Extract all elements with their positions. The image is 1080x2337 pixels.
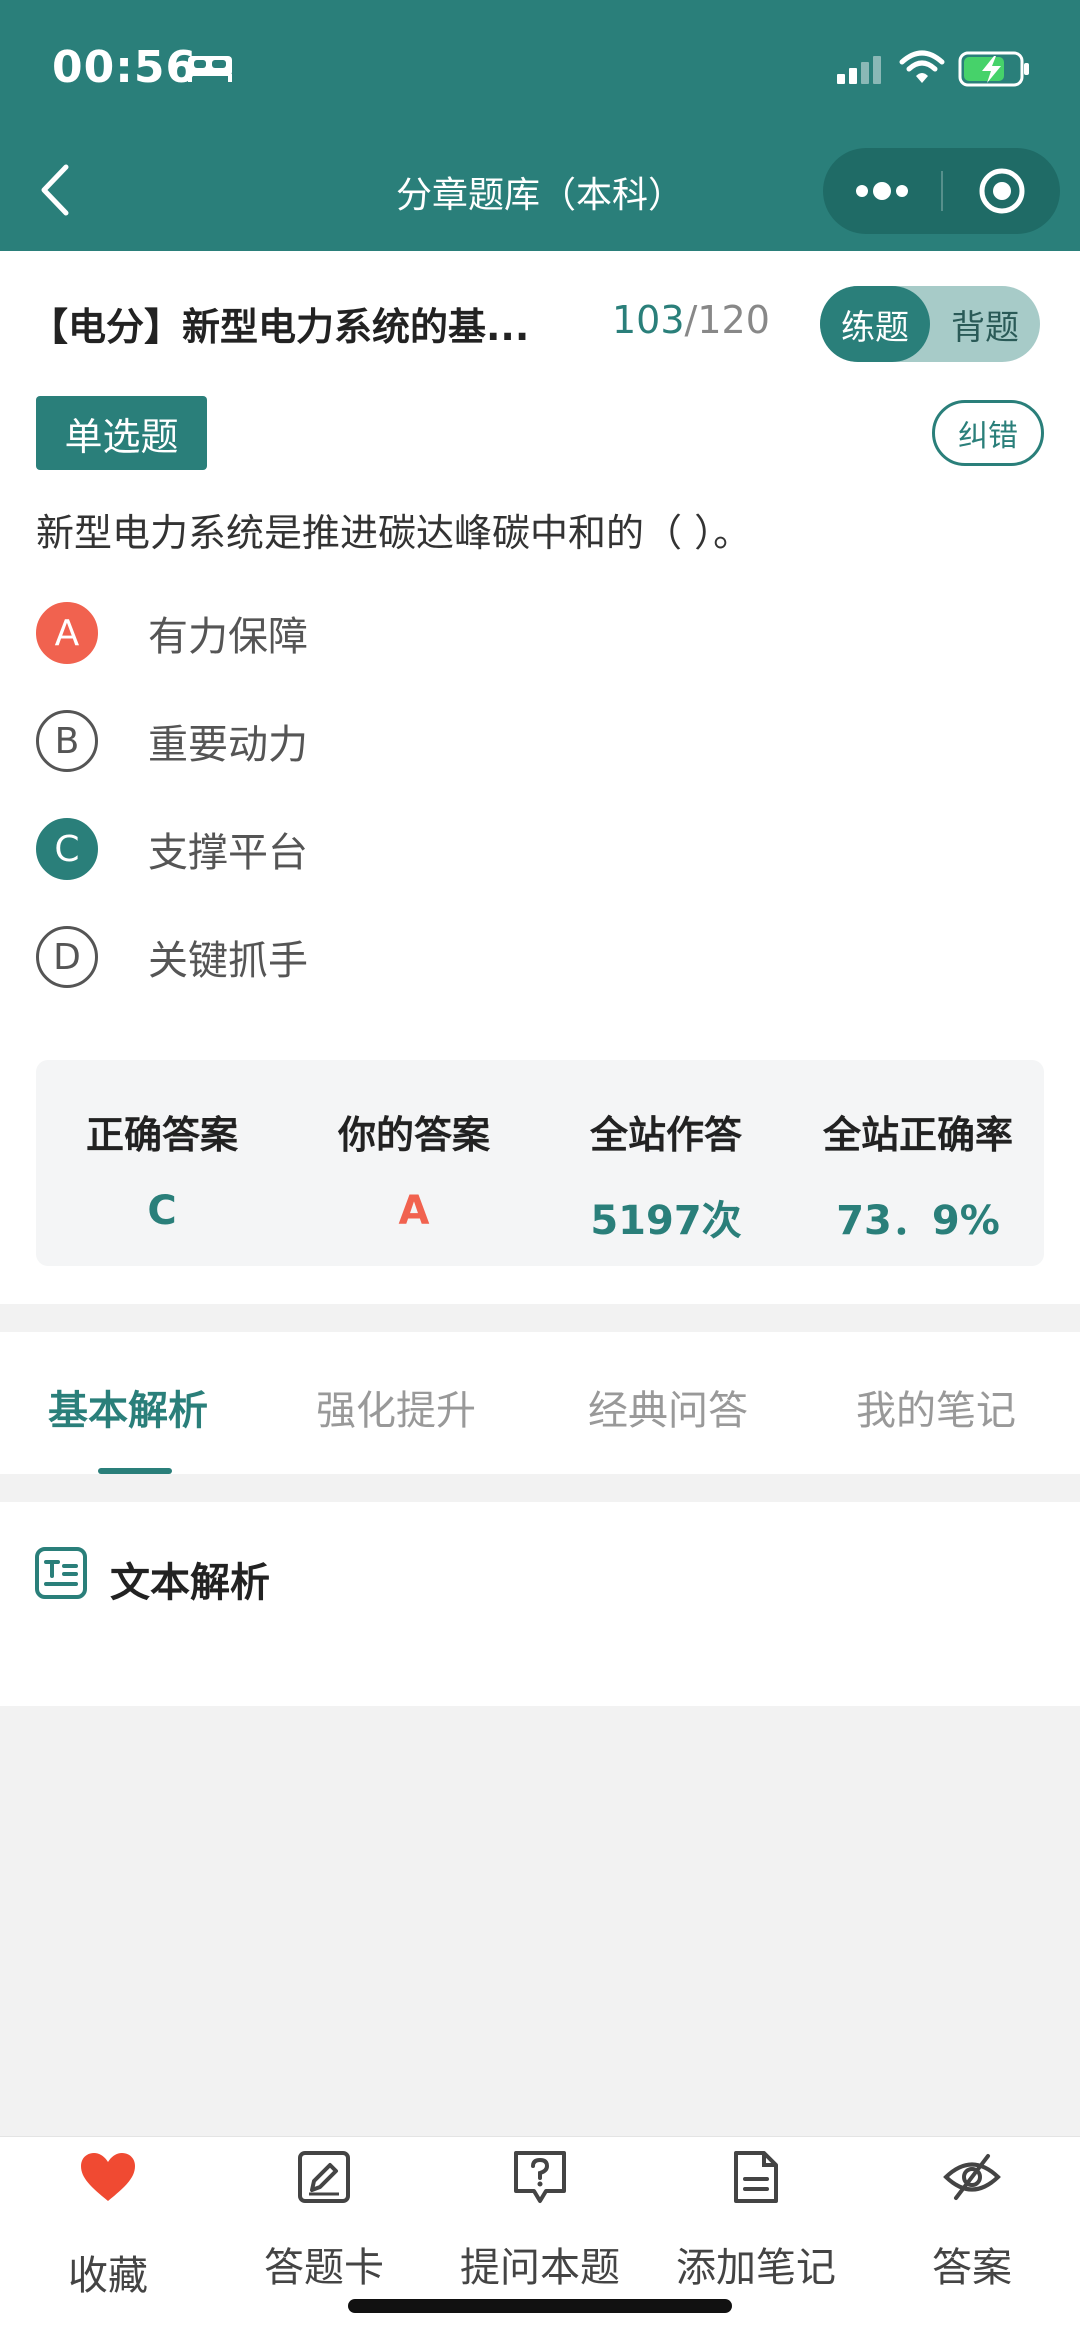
option-letter: B [36,710,98,772]
top-bar: 00:56 分章题库（本科） [0,0,1080,251]
edit-icon-wrap [294,2147,354,2207]
question-bubble-icon [514,2151,566,2203]
mode-toggle: 练题 背题 [820,286,1040,362]
battery-charging-icon [958,51,1029,87]
close-miniprogram-button[interactable] [943,148,1060,234]
edit-square-icon [298,2151,350,2203]
favorite-label: 收藏 [68,2253,148,2299]
analysis-tabs: 基本解析 强化提升 经典问答 我的笔记 [0,1332,1080,1474]
eye-off-icon [943,2154,1001,2200]
more-dots-icon [856,182,908,200]
question-type-badge: 单选题 [36,396,207,470]
stat-value: C [147,1188,177,1234]
note-document-icon [734,2151,778,2203]
answer-label: 答案 [932,2245,1012,2291]
analysis-title: 文本解析 [110,1560,270,1606]
answer-card-label: 答题卡 [264,2245,384,2291]
note-icon-wrap [726,2147,786,2207]
option-text: 支撑平台 [148,830,308,876]
option-c[interactable]: C 支撑平台 [36,818,308,880]
question-bubble-icon-wrap [510,2147,570,2207]
home-indicator [348,2299,732,2313]
option-text: 有力保障 [148,614,308,660]
add-note-button[interactable]: 添加笔记 [648,2137,864,2297]
tab-enhance[interactable]: 强化提升 [316,1378,476,1436]
tab-classic-qa[interactable]: 经典问答 [588,1378,748,1436]
mode-memorize-button[interactable]: 背题 [930,286,1040,362]
cellular-signal-icon [837,56,881,84]
status-time: 00:56 [52,42,198,93]
target-circle-icon [979,168,1024,214]
option-text: 重要动力 [148,722,308,768]
stat-label: 全站正确率 [822,1113,1013,1157]
more-button[interactable] [823,148,941,234]
heart-icon [81,2153,135,2201]
option-b[interactable]: B 重要动力 [36,710,308,772]
stat-value: 5197次 [590,1198,742,1244]
current-question-number: 103 [612,298,685,342]
toggle-answer-button[interactable]: 答案 [864,2137,1080,2297]
stat-label: 全站作答 [589,1113,742,1157]
option-letter: A [36,602,98,664]
stat-label: 你的答案 [337,1113,490,1157]
mode-practice-button[interactable]: 练题 [820,286,930,362]
answer-stats-panel: 正确答案 C 你的答案 A 全站作答 5197次 全站正确率 73．9% [36,1060,1044,1266]
question-text: 新型电力系统是推进碳达峰碳中和的（ ）。 [36,511,752,555]
option-d[interactable]: D 关键抓手 [36,926,308,988]
report-error-button[interactable]: 纠错 [932,400,1044,466]
ask-question-label: 提问本题 [460,2245,620,2291]
active-tab-indicator [98,1468,172,1474]
mini-program-capsule [823,148,1060,234]
stat-label: 正确答案 [85,1113,238,1157]
option-letter: C [36,818,98,880]
eye-off-icon-wrap [942,2147,1002,2207]
heart-icon-wrap [78,2147,138,2207]
favorite-button[interactable]: 收藏 [0,2137,216,2299]
stat-value: 73．9% [836,1198,1000,1244]
wifi-icon [899,50,945,83]
option-text: 关键抓手 [148,938,308,984]
option-letter: D [36,926,98,988]
analysis-section: 文本解析 [0,1502,1080,1706]
chapter-title: 【电分】新型电力系统的基... [30,305,530,349]
sleep-mode-icon [188,56,232,82]
ask-question-button[interactable]: 提问本题 [432,2137,648,2297]
option-a[interactable]: A 有力保障 [36,602,308,664]
tab-my-notes[interactable]: 我的笔记 [856,1378,1016,1436]
answer-card-button[interactable]: 答题卡 [216,2137,432,2297]
stat-value: A [398,1188,430,1234]
tab-basic-analysis[interactable]: 基本解析 [48,1378,208,1436]
add-note-label: 添加笔记 [676,2245,836,2291]
text-document-icon [35,1547,87,1599]
question-progress: 103/120 [612,298,770,342]
total-questions: /120 [684,298,770,342]
